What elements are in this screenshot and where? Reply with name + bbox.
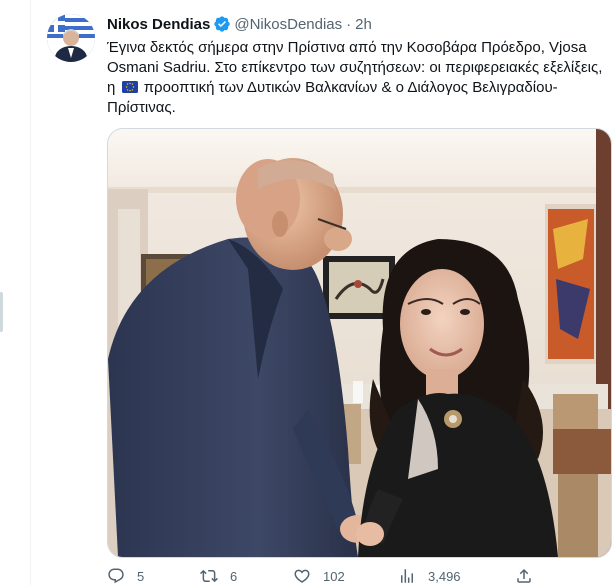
- tweet-header: Nikos Dendias @NikosDendias · 2h: [107, 14, 372, 34]
- share-icon: [517, 568, 531, 583]
- like-button[interactable]: 102: [293, 567, 398, 585]
- avatar-image: [47, 14, 95, 62]
- share-button[interactable]: [515, 567, 545, 585]
- views-button[interactable]: 3,496: [398, 567, 515, 585]
- tweet-photo[interactable]: [107, 128, 612, 558]
- like-count: 102: [323, 568, 345, 584]
- tweet[interactable]: Nikos Dendias @NikosDendias · 2h Έγινα δ…: [31, 0, 612, 585]
- reply-icon: [108, 568, 124, 584]
- separator-dot: ·: [346, 15, 352, 33]
- reply-button[interactable]: 5: [107, 567, 200, 585]
- reply-count: 5: [137, 568, 145, 584]
- display-name[interactable]: Nikos Dendias: [107, 16, 210, 33]
- views-count: 3,496: [428, 568, 461, 584]
- tweet-text-part2: προοπτική των Δυτικών Βαλκανίων & ο Διάλ…: [107, 79, 558, 116]
- left-gutter: [0, 0, 31, 585]
- heart-icon: [294, 569, 310, 583]
- retweet-icon: [200, 569, 218, 583]
- retweet-count: 6: [230, 568, 238, 584]
- timestamp[interactable]: 2h: [355, 16, 372, 33]
- retweet-button[interactable]: 6: [200, 567, 293, 585]
- scroll-indicator: [0, 292, 3, 332]
- tweet-actions: 5 6 102 3,496: [107, 566, 607, 585]
- tweet-text: Έγινα δεκτός σήμερα στην Πρίστινα από τη…: [107, 38, 607, 118]
- tweet-page: Nikos Dendias @NikosDendias · 2h Έγινα δ…: [0, 0, 612, 585]
- avatar[interactable]: [47, 14, 95, 62]
- photo-meeting: [108, 129, 611, 557]
- views-icon: [401, 569, 413, 583]
- eu-flag-icon: [121, 79, 138, 93]
- verified-badge-icon: [213, 15, 231, 33]
- user-handle[interactable]: @NikosDendias: [234, 16, 342, 33]
